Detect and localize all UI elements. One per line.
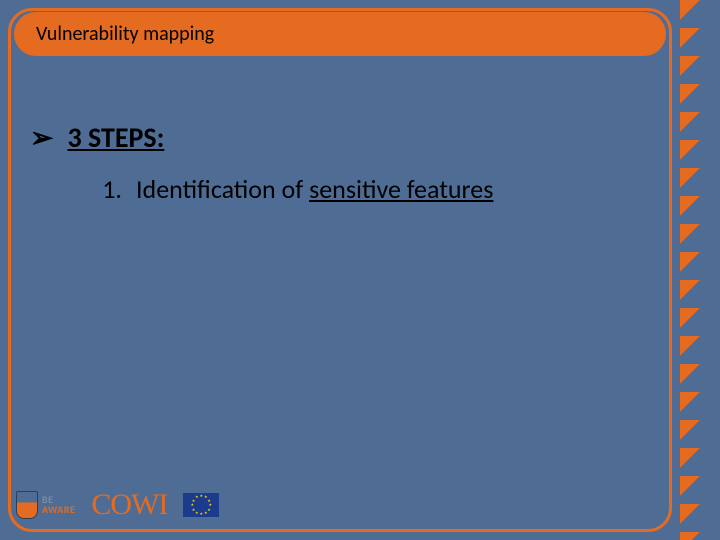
content-area: ➢ 3 STEPS: 1. Identification of sensitiv… <box>30 120 650 205</box>
logo-eu-flag: ★ ★ ★ ★ ★ ★ ★ ★ ★ ★ ★ ★ <box>183 493 219 517</box>
logo-cowi: COWI <box>91 488 167 522</box>
shield-icon <box>16 491 38 519</box>
step-1: 1. Identification of sensitive features <box>90 173 650 205</box>
logo-be-aware: BE AWARE <box>16 491 75 519</box>
eu-stars: ★ ★ ★ ★ ★ ★ ★ ★ ★ ★ ★ ★ <box>192 496 210 514</box>
bullet-steps: ➢ 3 STEPS: <box>30 120 650 155</box>
be-aware-text: BE AWARE <box>42 495 75 515</box>
right-accent-bar <box>680 0 720 540</box>
bullet-label: 3 STEPS: <box>67 120 164 155</box>
aware-text: AWARE <box>42 503 75 516</box>
step-number: 1. <box>90 173 122 205</box>
bullet-arrow-icon: ➢ <box>30 120 53 155</box>
step-text: Identification of sensitive features <box>136 173 493 205</box>
slide-inner-frame <box>8 8 672 532</box>
step-prefix: Identification of <box>136 173 309 205</box>
title-bar: Vulnerability mapping <box>14 12 666 56</box>
step-highlight: sensitive features <box>309 173 493 205</box>
slide-title: Vulnerability mapping <box>36 22 214 46</box>
slide: Vulnerability mapping ➢ 3 STEPS: 1. Iden… <box>0 0 720 540</box>
hatch-pattern <box>680 0 720 540</box>
logo-strip: BE AWARE COWI ★ ★ ★ ★ ★ ★ ★ ★ ★ ★ ★ ★ <box>16 488 219 522</box>
